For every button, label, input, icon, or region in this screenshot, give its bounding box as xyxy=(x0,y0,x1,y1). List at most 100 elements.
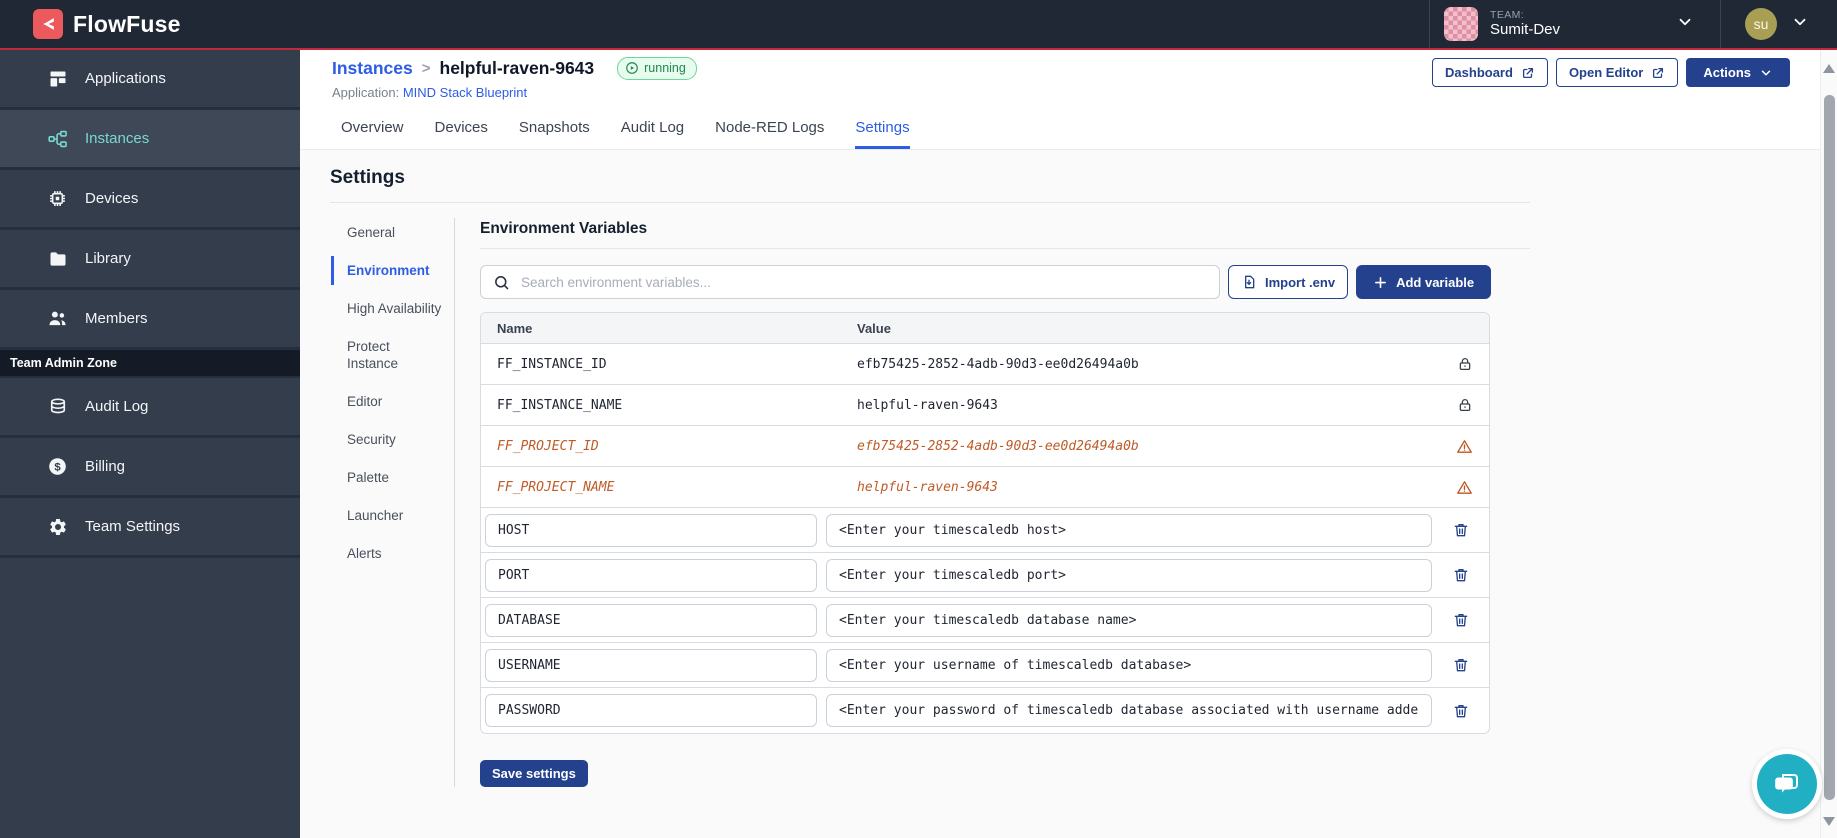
table-row-editable xyxy=(481,643,1489,688)
sidebar-item-team-settings[interactable]: Team Settings xyxy=(0,498,300,558)
sidebar-item-audit-log[interactable]: Audit Log xyxy=(0,378,300,438)
tab-snapshots[interactable]: Snapshots xyxy=(519,119,590,149)
tab-settings[interactable]: Settings xyxy=(855,119,910,149)
env-toolbar: Import .env Add variable xyxy=(480,265,1530,299)
flowfuse-app: FlowFuse TEAM: Sumit-Dev su Applications… xyxy=(0,0,1837,838)
subnav-security[interactable]: Security xyxy=(330,431,454,448)
trash-icon[interactable] xyxy=(1432,657,1489,673)
table-header: Name Value xyxy=(481,313,1489,344)
trash-icon[interactable] xyxy=(1432,612,1489,628)
subnav-launcher[interactable]: Launcher xyxy=(330,507,454,524)
lock-icon xyxy=(1440,397,1489,413)
var-name-input[interactable] xyxy=(485,694,817,727)
team-name: Sumit-Dev xyxy=(1490,21,1561,39)
settings-gear-icon xyxy=(47,516,68,537)
save-settings-button[interactable]: Save settings xyxy=(480,760,588,787)
column-name: Name xyxy=(497,320,533,336)
chevron-down-icon xyxy=(1759,66,1773,80)
search-input[interactable] xyxy=(519,273,1209,291)
sidebar-item-members[interactable]: Members xyxy=(0,290,300,350)
subnav-environment[interactable]: Environment xyxy=(330,256,454,285)
var-name-input[interactable] xyxy=(485,648,817,682)
status-badge: running xyxy=(617,56,697,80)
user-avatar: su xyxy=(1745,8,1777,40)
breadcrumb-current: helpful-raven-9643 xyxy=(439,57,595,78)
subnav-editor[interactable]: Editor xyxy=(330,393,454,410)
subnav-high-availability[interactable]: High Availability xyxy=(330,300,454,317)
header-buttons: Dashboard Open Editor Actions xyxy=(1432,58,1790,87)
scroll-up-arrow[interactable] xyxy=(1823,64,1835,73)
table-row-deprecated: FF_PROJECT_ID efb75425-2852-4adb-90d3-ee… xyxy=(481,426,1489,467)
sidebar-item-billing[interactable]: $ Billing xyxy=(0,438,300,498)
team-avatar xyxy=(1444,7,1478,41)
library-folder-icon xyxy=(47,248,68,269)
top-header: FlowFuse TEAM: Sumit-Dev su xyxy=(0,0,1837,50)
section-title: Environment Variables xyxy=(480,218,1530,249)
table-row-editable xyxy=(481,553,1489,598)
var-value-input[interactable] xyxy=(826,694,1432,727)
status-text: running xyxy=(644,61,686,75)
var-value-input[interactable] xyxy=(826,603,1432,637)
scrollbar-thumb[interactable] xyxy=(1823,95,1835,800)
environment-panel: Environment Variables Impo xyxy=(455,218,1530,787)
instance-header: Instances > helpful-raven-9643 running A… xyxy=(300,50,1821,150)
sidebar: Applications Instances Devices Library M… xyxy=(0,50,300,838)
import-file-icon xyxy=(1241,274,1257,290)
lock-icon xyxy=(1440,356,1489,372)
brand-name: FlowFuse xyxy=(73,10,181,37)
topbar-right: TEAM: Sumit-Dev su xyxy=(1429,0,1837,48)
play-circle-icon xyxy=(625,61,639,75)
team-selector[interactable]: TEAM: Sumit-Dev xyxy=(1429,0,1721,48)
search-icon xyxy=(493,274,510,291)
tab-devices[interactable]: Devices xyxy=(435,119,488,149)
breadcrumb-separator: > xyxy=(421,59,431,77)
var-name-input[interactable] xyxy=(485,603,817,637)
trash-icon[interactable] xyxy=(1432,567,1489,583)
breadcrumb-instances-link[interactable]: Instances xyxy=(332,58,413,79)
var-name-input[interactable] xyxy=(485,558,817,592)
team-label: TEAM: xyxy=(1490,9,1525,22)
var-value-input[interactable] xyxy=(826,558,1432,592)
application-label: Application: xyxy=(332,85,400,100)
import-env-button[interactable]: Import .env xyxy=(1228,265,1349,299)
search-box xyxy=(480,265,1220,299)
scroll-down-arrow[interactable] xyxy=(1823,817,1835,826)
chevron-down-icon xyxy=(1676,13,1694,36)
table-row-editable xyxy=(481,508,1489,553)
var-name-input[interactable] xyxy=(485,513,817,547)
column-value: Value xyxy=(857,320,891,336)
add-variable-button[interactable]: Add variable xyxy=(1356,265,1492,299)
tab-node-red-logs[interactable]: Node-RED Logs xyxy=(715,119,824,149)
user-menu[interactable]: su xyxy=(1721,8,1837,40)
subnav-protect-instance[interactable]: Protect Instance xyxy=(330,338,454,372)
tab-audit-log[interactable]: Audit Log xyxy=(621,119,684,149)
members-users-icon xyxy=(47,308,68,329)
trash-icon[interactable] xyxy=(1432,703,1489,719)
subnav-palette[interactable]: Palette xyxy=(330,469,454,486)
vertical-scrollbar xyxy=(1820,50,1837,838)
svg-text:$: $ xyxy=(54,461,61,473)
title-divider xyxy=(330,202,1530,203)
settings-content: Settings General Environment High Availa… xyxy=(300,167,1821,787)
subnav-alerts[interactable]: Alerts xyxy=(330,545,454,562)
home-logo-link[interactable]: FlowFuse xyxy=(0,9,181,39)
warning-icon xyxy=(1440,479,1489,496)
open-editor-button[interactable]: Open Editor xyxy=(1555,58,1679,87)
env-variables-table: Name Value FF_INSTANCE_ID efb75425-2852-… xyxy=(480,312,1490,734)
dashboard-button[interactable]: Dashboard xyxy=(1432,58,1548,87)
table-row-locked: FF_INSTANCE_ID efb75425-2852-4adb-90d3-e… xyxy=(481,344,1489,385)
var-value-input[interactable] xyxy=(826,648,1432,682)
tab-overview[interactable]: Overview xyxy=(341,119,404,149)
actions-button[interactable]: Actions xyxy=(1686,58,1790,87)
var-value-input[interactable] xyxy=(826,513,1432,547)
sidebar-item-applications[interactable]: Applications xyxy=(0,50,300,110)
sidebar-item-library[interactable]: Library xyxy=(0,230,300,290)
application-link[interactable]: MIND Stack Blueprint xyxy=(403,85,527,100)
sidebar-item-instances[interactable]: Instances xyxy=(0,110,300,170)
sidebar-section-team-admin-zone: Team Admin Zone xyxy=(0,350,300,378)
trash-icon[interactable] xyxy=(1432,522,1489,538)
external-link-icon xyxy=(1651,66,1665,80)
subnav-general[interactable]: General xyxy=(330,224,454,241)
sidebar-item-devices[interactable]: Devices xyxy=(0,170,300,230)
chat-widget-button[interactable] xyxy=(1752,749,1822,819)
